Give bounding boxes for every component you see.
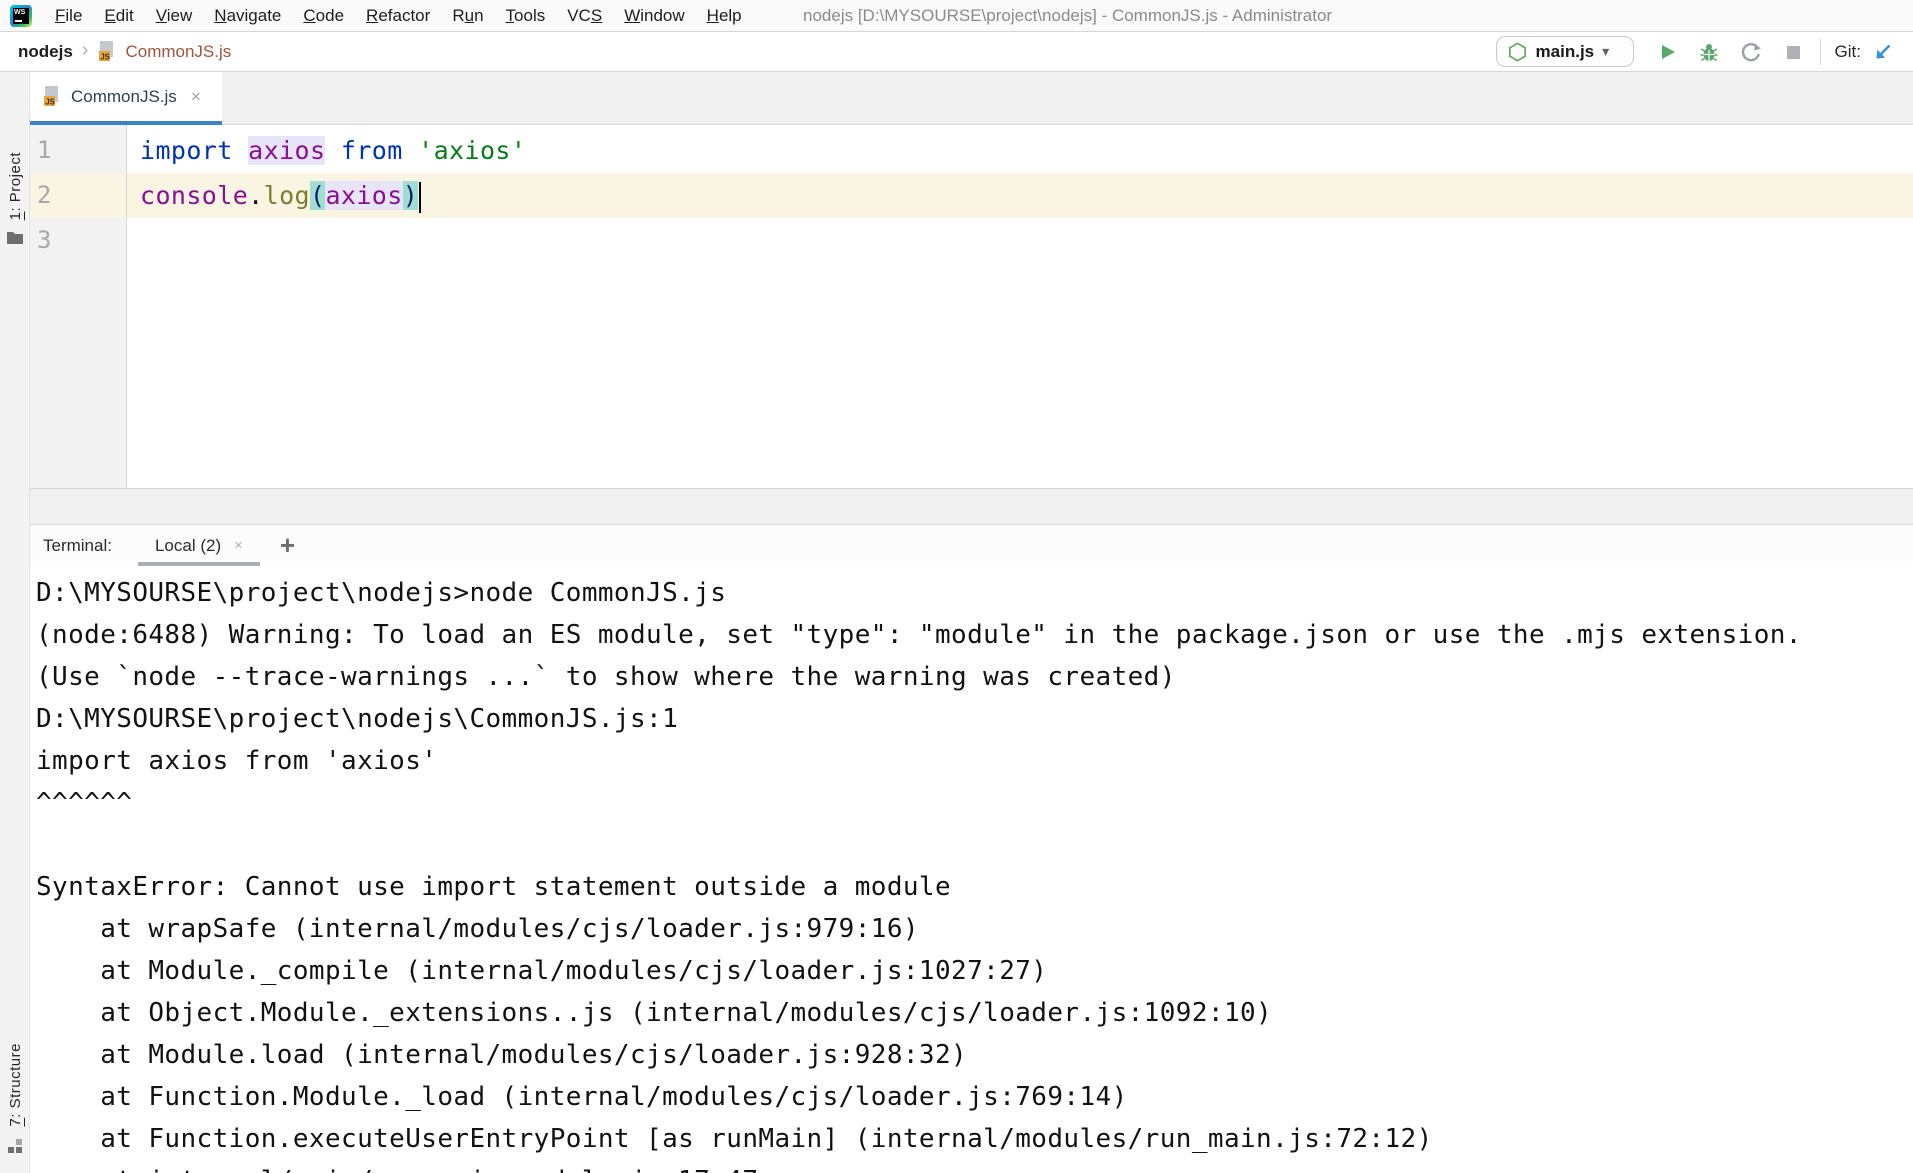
menu-run[interactable]: Run [441, 6, 494, 26]
terminal-line [36, 824, 1913, 866]
tool-window-strip: 1: Project 7: Structure [0, 72, 30, 1173]
run-configuration-name: main.js [1536, 42, 1595, 62]
terminal-line: at wrapSafe (internal/modules/cjs/loader… [36, 908, 1913, 950]
navigation-toolbar: nodejs › JS CommonJS.js main.js ▾ [0, 32, 1913, 72]
window-title: nodejs [D:\MYSOURSE\project\nodejs] - Co… [803, 0, 1332, 32]
terminal-line: at Module._compile (internal/modules/cjs… [36, 950, 1913, 992]
run-button[interactable] [1654, 39, 1680, 65]
chevron-down-icon: ▾ [1602, 43, 1609, 60]
terminal-line: at Object.Module._extensions..js (intern… [36, 992, 1913, 1034]
terminal-line: at Module.load (internal/modules/cjs/loa… [36, 1034, 1913, 1076]
nodejs-icon [1507, 41, 1528, 63]
menu-code[interactable]: Code [292, 6, 355, 26]
project-tool-label: 1: Project [7, 152, 24, 220]
menu-help[interactable]: Help [696, 6, 753, 26]
git-update-project-button[interactable] [1871, 39, 1897, 65]
chevron-right-icon: › [82, 39, 89, 62]
line-number: 1 [30, 128, 90, 173]
menu-edit[interactable]: Edit [93, 6, 144, 26]
svg-text:JS: JS [101, 53, 111, 62]
main-menu: File Edit View Navigate Code Refactor Ru… [44, 6, 753, 26]
tab-title: CommonJS.js [71, 87, 177, 107]
js-file-icon: JS [42, 85, 63, 108]
js-file-icon: JS [97, 40, 118, 63]
menu-window[interactable]: Window [613, 6, 695, 26]
menu-tools[interactable]: Tools [495, 6, 557, 26]
terminal-tab-local[interactable]: Local (2) × [138, 525, 260, 566]
svg-text:JS: JS [45, 98, 55, 107]
breadcrumb: nodejs › JS CommonJS.js [18, 32, 231, 71]
tool-window-structure-button[interactable]: 7: Structure [0, 1043, 30, 1155]
menu-refactor[interactable]: Refactor [355, 6, 441, 26]
line-number: 2 [30, 173, 90, 218]
text-caret [419, 182, 421, 213]
terminal-label: Terminal: [43, 536, 112, 556]
terminal-line: (node:6488) Warning: To load an ES modul… [36, 614, 1913, 656]
run-configuration-combo[interactable]: main.js ▾ [1496, 36, 1634, 67]
breadcrumb-project[interactable]: nodejs [18, 42, 73, 62]
new-terminal-button[interactable]: + [280, 525, 295, 566]
run-toolbar: main.js ▾ [1496, 32, 1897, 71]
terminal-line: import axios from 'axios' [36, 740, 1913, 782]
menu-vcs[interactable]: VCS [556, 6, 613, 26]
tab-commonjs[interactable]: JS CommonJS.js × [30, 72, 222, 125]
structure-tool-label: 7: Structure [7, 1043, 24, 1127]
code-editor[interactable]: 1 2 3 import axios from 'axios' console.… [30, 125, 1913, 488]
ide-window: WS File Edit View Navigate Code Refactor… [0, 0, 1913, 1173]
webstorm-logo-icon: WS [10, 5, 32, 27]
close-icon[interactable]: × [191, 87, 201, 107]
menu-bar: WS File Edit View Navigate Code Refactor… [0, 0, 1913, 32]
line-number: 3 [30, 218, 90, 263]
code-line-1[interactable]: import axios from 'axios' [127, 128, 1913, 173]
git-label: Git: [1835, 42, 1861, 62]
menu-navigate[interactable]: Navigate [203, 6, 292, 26]
terminal-line: D:\MYSOURSE\project\nodejs>node CommonJS… [36, 572, 1913, 614]
terminal-line: D:\MYSOURSE\project\nodejs\CommonJS.js:1 [36, 698, 1913, 740]
structure-icon [6, 1137, 24, 1155]
terminal-header: Terminal: Local (2) × + [30, 525, 1913, 566]
terminal-line: SyntaxError: Cannot use import statement… [36, 866, 1913, 908]
menu-view[interactable]: View [145, 6, 204, 26]
code-line-2[interactable]: console.log(axios) [127, 173, 1913, 218]
terminal-line: (Use `node --trace-warnings ...` to show… [36, 656, 1913, 698]
terminal-output[interactable]: D:\MYSOURSE\project\nodejs>node CommonJS… [30, 566, 1913, 1173]
editor-terminal-splitter[interactable] [30, 488, 1913, 525]
close-icon[interactable]: × [234, 537, 243, 554]
menu-file[interactable]: File [44, 6, 93, 26]
editor-tab-bar: JS CommonJS.js × [30, 72, 1913, 125]
terminal-line: at Function.executeUserEntryPoint [as ru… [36, 1118, 1913, 1160]
terminal-line: at internal/main/run_main_module.js:17:4… [36, 1160, 1913, 1173]
stop-button[interactable] [1780, 39, 1806, 65]
folder-icon [6, 230, 24, 246]
terminal-line: at Function.Module._load (internal/modul… [36, 1076, 1913, 1118]
terminal-line: ^^^^^^ [36, 782, 1913, 824]
tool-window-project-button[interactable]: 1: Project [0, 152, 30, 246]
toolbar-separator [1820, 39, 1821, 65]
run-with-coverage-button[interactable] [1738, 39, 1764, 65]
breadcrumb-file[interactable]: CommonJS.js [125, 42, 231, 62]
code-line-3[interactable] [127, 218, 1913, 263]
debug-button[interactable] [1696, 39, 1722, 65]
